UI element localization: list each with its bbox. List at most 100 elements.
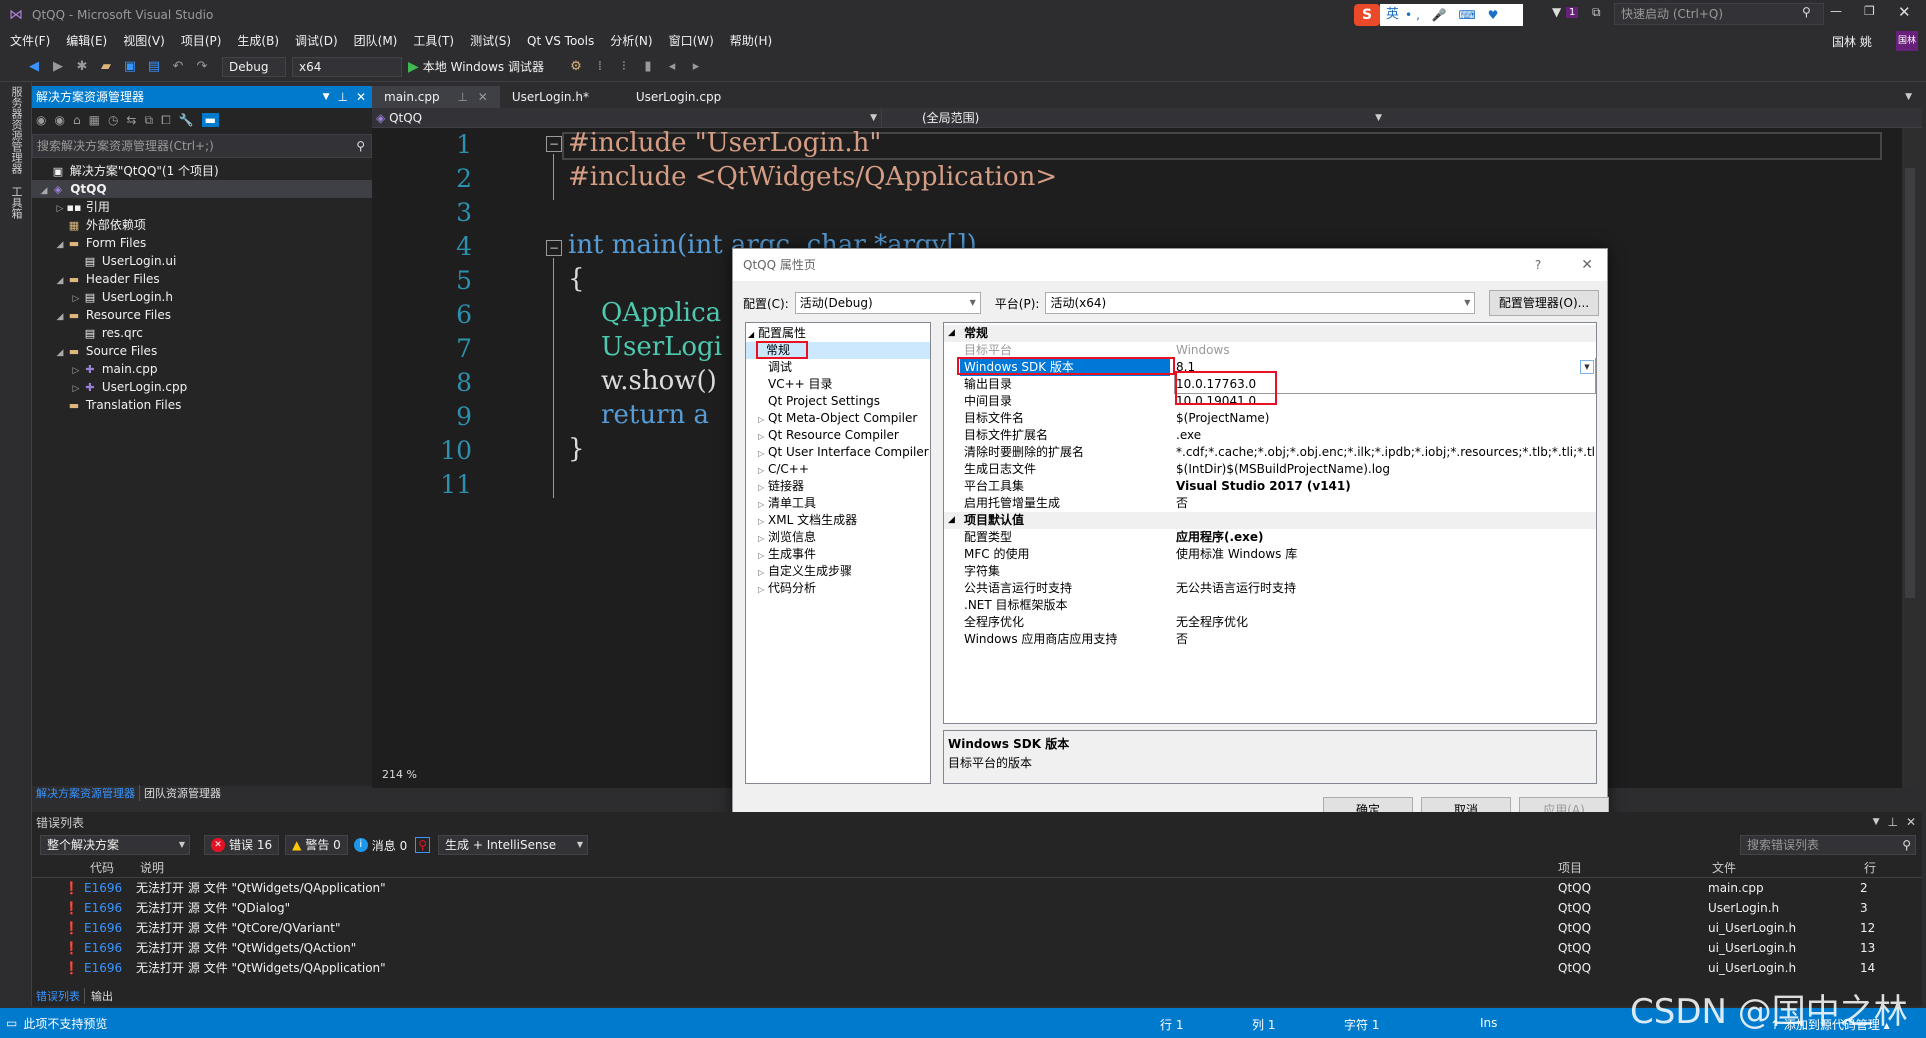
- ime-lang[interactable]: 英: [1380, 4, 1406, 26]
- filter-icon[interactable]: ▼: [1552, 5, 1561, 19]
- tree-item-translation-files[interactable]: ▬ Translation Files: [32, 396, 372, 414]
- back-icon[interactable]: ◉: [36, 113, 46, 127]
- tree-linker[interactable]: ▷ 链接器: [746, 478, 930, 495]
- tree-item-userlogin-ui[interactable]: ▤ UserLogin.ui: [32, 252, 372, 270]
- tree-item-project[interactable]: ◢ ◈ QtQQ: [32, 180, 372, 198]
- menu-qt-vs-tools[interactable]: Qt VS Tools: [519, 30, 602, 52]
- error-row[interactable]: ❗ E1696 无法打开 源 文件 "QDialog" QtQQ UserLogin.h…: [32, 898, 1922, 918]
- prop-dotnet[interactable]: .NET 目标框架版本: [944, 597, 1596, 614]
- tab-output[interactable]: 输出: [84, 988, 119, 1004]
- error-search-input[interactable]: 搜索错误列表 ⚲: [1740, 835, 1916, 855]
- prop-target-ext[interactable]: 目标文件扩展名 .exe: [944, 427, 1596, 444]
- home-icon[interactable]: ⌂: [73, 113, 81, 127]
- tree-item-external-deps[interactable]: ▦ 外部依赖项: [32, 216, 372, 234]
- ime-tools-icon[interactable]: •, 🎤 ⌨ ♥ ◉ ▦: [1405, 4, 1524, 44]
- tab-team-explorer[interactable]: 团队资源管理器: [139, 785, 225, 801]
- tree-qt-uic[interactable]: ▷ Qt User Interface Compiler: [746, 444, 930, 461]
- tree-item-source-files[interactable]: ◢ ▬ Source Files: [32, 342, 372, 360]
- start-debug-button[interactable]: 本地 Windows 调试器: [423, 58, 544, 75]
- tree-item-resource-files[interactable]: ◢ ▬ Resource Files: [32, 306, 372, 324]
- menu-build[interactable]: 生成(B): [229, 30, 287, 52]
- tree-manifest-tool[interactable]: ▷ 清单工具: [746, 495, 930, 512]
- error-row[interactable]: ❗ E1696 无法打开 源 文件 "QtWidgets/QApplication"…: [32, 878, 1922, 898]
- panel-close-icon[interactable]: ✕: [1906, 815, 1916, 829]
- user-name[interactable]: 国林 姚: [1832, 33, 1872, 50]
- quick-launch-search-icon[interactable]: ⚲: [1802, 5, 1811, 19]
- menu-analyze[interactable]: 分析(N): [602, 30, 660, 52]
- forward-icon[interactable]: ▶: [49, 58, 67, 76]
- errors-filter-button[interactable]: ✕ 错误 16: [204, 835, 280, 855]
- config-select[interactable]: 活动(Debug) ▼: [794, 292, 981, 314]
- configuration-select[interactable]: Debug: [222, 56, 286, 77]
- save-icon[interactable]: ▣: [121, 58, 139, 76]
- tree-qt-moc[interactable]: ▷ Qt Meta-Object Compiler: [746, 410, 930, 427]
- error-row[interactable]: ❗ E1696 无法打开 源 文件 "QtWidgets/QAction" QtQQ u…: [32, 938, 1922, 958]
- dialog-close-button[interactable]: ✕: [1581, 249, 1593, 281]
- sync-icon[interactable]: ⇆: [126, 113, 136, 127]
- prop-managed-incremental[interactable]: 启用托管增量生成否: [944, 495, 1596, 512]
- minimize-button[interactable]: —: [1830, 4, 1842, 18]
- pin-icon[interactable]: ⊥: [1887, 815, 1897, 829]
- save-all-icon[interactable]: ▤: [145, 58, 163, 76]
- ime-toolbar[interactable]: S 英 •, 🎤 ⌨ ♥ ◉ ▦: [1354, 3, 1524, 44]
- tab-solution-explorer[interactable]: 解决方案资源管理器: [32, 785, 139, 801]
- menu-view[interactable]: 视图(V): [115, 30, 173, 52]
- scope-select[interactable]: 整个解决方案 ▼: [40, 835, 190, 855]
- new-project-icon[interactable]: ✱: [73, 58, 91, 76]
- menu-test[interactable]: 测试(S): [462, 30, 519, 52]
- uncomment-icon[interactable]: ⁝: [615, 58, 633, 76]
- prop-charset[interactable]: 字符集: [944, 563, 1596, 580]
- next-bookmark-icon[interactable]: ▸: [687, 58, 705, 76]
- tree-debugging[interactable]: 调试: [746, 359, 930, 376]
- user-avatar[interactable]: 国林: [1896, 31, 1918, 51]
- undo-icon[interactable]: ↶: [169, 58, 187, 76]
- prop-build-log[interactable]: 生成日志文件 $(IntDir)$(MSBuildProjectName).log: [944, 461, 1596, 478]
- redo-icon[interactable]: ↷: [193, 58, 211, 76]
- tree-xml-doc[interactable]: ▷ XML 文档生成器: [746, 512, 930, 529]
- menu-tools[interactable]: 工具(T): [405, 30, 462, 52]
- collapse-toggle-icon[interactable]: −: [546, 240, 562, 256]
- menu-project[interactable]: 项目(P): [173, 30, 230, 52]
- messages-filter-button[interactable]: i 消息 0: [353, 837, 407, 854]
- tree-cpp[interactable]: ▷ C/C++: [746, 461, 930, 478]
- prev-bookmark-icon[interactable]: ◂: [663, 58, 681, 76]
- solution-explorer-search[interactable]: 搜索解决方案资源管理器(Ctrl+;) ⚲: [32, 134, 372, 158]
- tree-browse-info[interactable]: ▷ 浏览信息: [746, 529, 930, 546]
- build-filter-select[interactable]: 生成 + IntelliSense ▼: [438, 835, 589, 855]
- warnings-filter-button[interactable]: ▲ 警告 0: [285, 835, 348, 855]
- menu-team[interactable]: 团队(M): [346, 30, 406, 52]
- quick-launch-input[interactable]: 快速启动 (Ctrl+Q): [1614, 3, 1824, 25]
- feedback-icon[interactable]: ⧉: [1592, 5, 1601, 20]
- tree-item-header-files[interactable]: ◢ ▬ Header Files: [32, 270, 372, 288]
- pin-icon[interactable]: ⊥: [337, 86, 347, 108]
- show-all-icon[interactable]: ⧠: [161, 113, 171, 128]
- open-icon[interactable]: ▰: [97, 58, 115, 76]
- restore-button[interactable]: ❐: [1864, 4, 1875, 18]
- tree-item-main-cpp[interactable]: ▷ ✚ main.cpp: [32, 360, 372, 378]
- panel-close-icon[interactable]: ✕: [356, 86, 366, 108]
- filter-icon[interactable]: ⚲: [415, 837, 431, 853]
- tree-custom-build[interactable]: ▷ 自定义生成步骤: [746, 563, 930, 580]
- menu-file[interactable]: 文件(F): [2, 30, 58, 52]
- pending-changes-icon[interactable]: ◷: [108, 113, 118, 127]
- prop-wpo[interactable]: 全程序优化 无全程序优化: [944, 614, 1596, 631]
- back-icon[interactable]: ◀: [25, 58, 43, 76]
- category-general[interactable]: ◢ 常规: [944, 325, 1596, 342]
- platform-select[interactable]: x64: [292, 56, 402, 77]
- tree-item-userlogin-cpp[interactable]: ▷ ✚ UserLogin.cpp: [32, 378, 372, 396]
- prop-mfc[interactable]: MFC 的使用 使用标准 Windows 库: [944, 546, 1596, 563]
- close-button[interactable]: ✕: [1898, 3, 1911, 21]
- tab-main-cpp[interactable]: main.cpp ⊥ ✕: [372, 86, 500, 108]
- toolbox-tab[interactable]: 工具箱: [8, 186, 24, 219]
- collapse-icon[interactable]: ⧉: [144, 113, 153, 128]
- search-icon[interactable]: ⚲: [1902, 836, 1911, 854]
- server-explorer-tab[interactable]: 服务器资源管理器: [8, 86, 24, 174]
- search-icon[interactable]: ⚲: [356, 135, 365, 157]
- tree-vc-directories[interactable]: VC++ 目录: [746, 376, 930, 393]
- tree-build-events[interactable]: ▷ 生成事件: [746, 546, 930, 563]
- prop-clr[interactable]: 公共语言运行时支持 无公共语言运行时支持: [944, 580, 1596, 597]
- project-scope-select[interactable]: ◈ QtQQ ▼: [372, 108, 882, 127]
- tab-userlogin-cpp[interactable]: UserLogin.cpp: [624, 86, 733, 108]
- error-row[interactable]: ❗ E1696 无法打开 源 文件 "QtWidgets/QApplication"…: [32, 958, 1922, 978]
- prop-target-name[interactable]: 目标文件名 $(ProjectName): [944, 410, 1596, 427]
